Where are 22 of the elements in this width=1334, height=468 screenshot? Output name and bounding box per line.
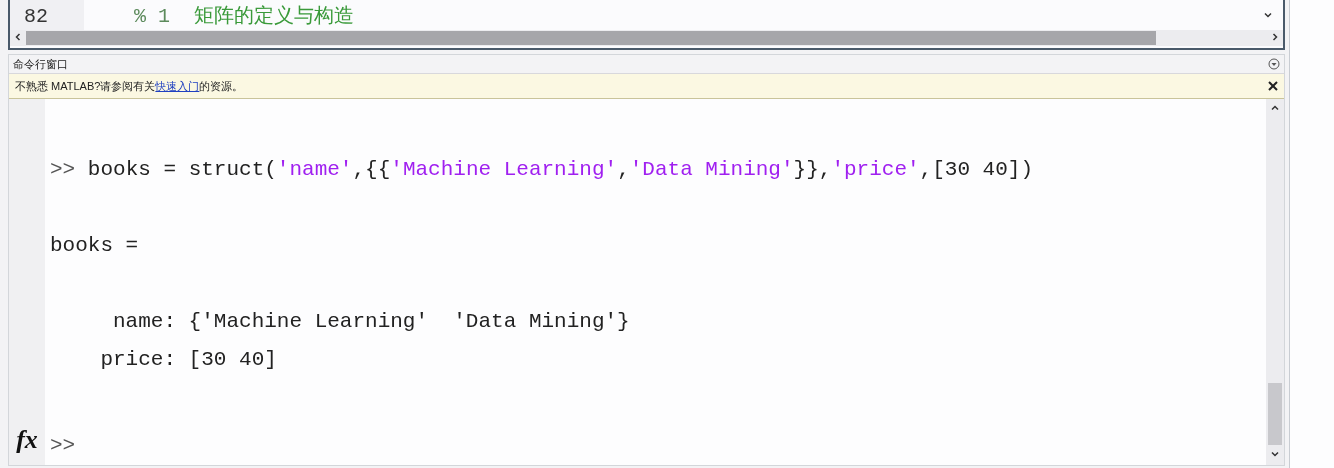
output-line: name: {'Machine Learning' 'Data Mining'} — [112, 309, 631, 335]
panel-menu-icon[interactable] — [1268, 58, 1280, 70]
panel-title: 命令行窗口 — [13, 56, 68, 72]
output-line: books = — [50, 233, 140, 259]
function-button[interactable]: fx — [16, 425, 38, 455]
quick-start-link[interactable]: 快速入门 — [155, 79, 200, 92]
code-line: % 1 矩阵的定义与构造 — [133, 4, 355, 30]
chevron-right-icon[interactable] — [1270, 32, 1280, 42]
scrollbar-thumb[interactable] — [1268, 383, 1282, 445]
chevron-down-icon[interactable] — [1270, 449, 1280, 459]
horizontal-scrollbar[interactable] — [10, 30, 1283, 46]
chevron-down-icon[interactable] — [1263, 10, 1273, 20]
chevron-left-icon[interactable] — [13, 32, 23, 42]
line-number: 82 — [10, 0, 84, 30]
notification-text: 不熟悉 MATLAB?请参阅有关快速入门的资源。 — [15, 78, 244, 94]
command-line: >> books = struct('name',{{'Machine Learning','Data Mining'}},'price',[30 40]) — [50, 157, 1035, 183]
vertical-scrollbar[interactable] — [1266, 99, 1284, 465]
output-line: price: [30 40] — [99, 347, 278, 373]
command-prompt[interactable]: >> — [50, 434, 1266, 457]
prompt-symbol: >> — [50, 158, 76, 181]
chevron-up-icon[interactable] — [1270, 103, 1280, 113]
scrollbar-thumb[interactable] — [26, 31, 1156, 45]
